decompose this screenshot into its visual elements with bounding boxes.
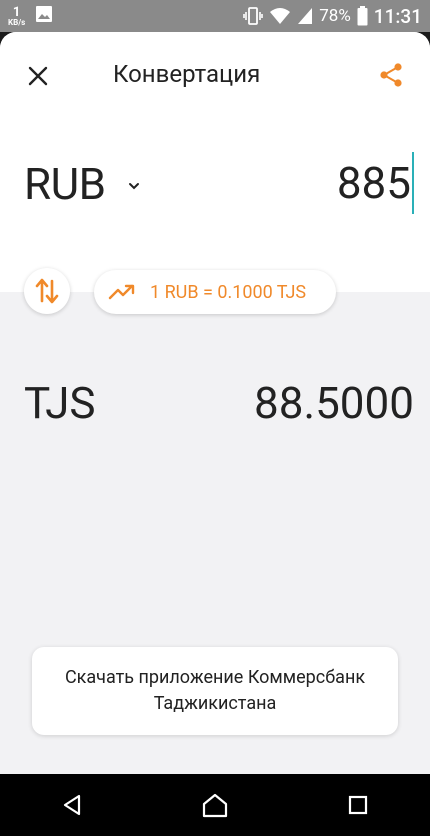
battery-percent: 78% <box>319 6 351 26</box>
chevron-down-icon <box>128 183 139 190</box>
system-navigation-bar <box>0 774 430 836</box>
exchange-rate-text: 1 RUB = 0.1000 TJS <box>150 281 307 303</box>
from-currency-row: RUB 885 <box>24 150 414 220</box>
header: Конвертация <box>0 54 430 98</box>
download-app-button[interactable]: Скачать приложение Коммерсбанк Таджикист… <box>32 647 398 735</box>
page-title: Конвертация <box>113 60 261 88</box>
text-caret <box>412 152 414 214</box>
status-left: 1 KB/s <box>8 5 53 27</box>
share-button[interactable] <box>376 60 406 90</box>
vibrate-icon <box>243 7 264 25</box>
network-speed-unit: KB/s <box>8 17 26 27</box>
to-currency-row: TJS 88.5000 <box>24 377 414 437</box>
status-right: 78% 11:31 <box>243 5 422 28</box>
swap-currencies-button[interactable] <box>24 268 70 314</box>
wifi-icon <box>269 7 291 25</box>
from-amount-value: 885 <box>336 157 411 209</box>
back-icon <box>63 794 80 816</box>
network-speed-value: 1 <box>12 4 21 20</box>
converter-sheet: Конвертация RUB 885 1 RUB = 0.1000 TJS T… <box>0 32 430 774</box>
home-button[interactable] <box>195 785 235 825</box>
share-icon <box>380 63 402 87</box>
from-currency-select[interactable]: RUB <box>24 158 140 210</box>
from-currency-code: RUB <box>24 158 106 210</box>
from-amount-input[interactable]: 885 <box>337 150 414 216</box>
recents-icon <box>349 795 368 815</box>
recents-button[interactable] <box>338 785 378 825</box>
exchange-rate-badge: 1 RUB = 0.1000 TJS <box>94 270 336 314</box>
download-app-label: Скачать приложение Коммерсбанк Таджикист… <box>64 667 366 714</box>
gallery-icon <box>35 5 53 27</box>
to-amount-value: 88.5000 <box>254 377 414 429</box>
close-icon <box>28 66 48 86</box>
status-bar: 1 KB/s 78% 11:31 <box>0 0 430 32</box>
signal-icon <box>297 7 313 25</box>
battery-icon <box>357 6 368 26</box>
home-icon <box>202 793 228 818</box>
clock: 11:31 <box>373 4 422 28</box>
close-button[interactable] <box>24 62 52 90</box>
network-speed: 1 KB/s <box>8 6 25 27</box>
trending-up-icon <box>108 284 135 300</box>
to-currency-code[interactable]: TJS <box>24 377 96 429</box>
swap-vertical-icon <box>35 278 59 304</box>
back-button[interactable] <box>52 785 92 825</box>
